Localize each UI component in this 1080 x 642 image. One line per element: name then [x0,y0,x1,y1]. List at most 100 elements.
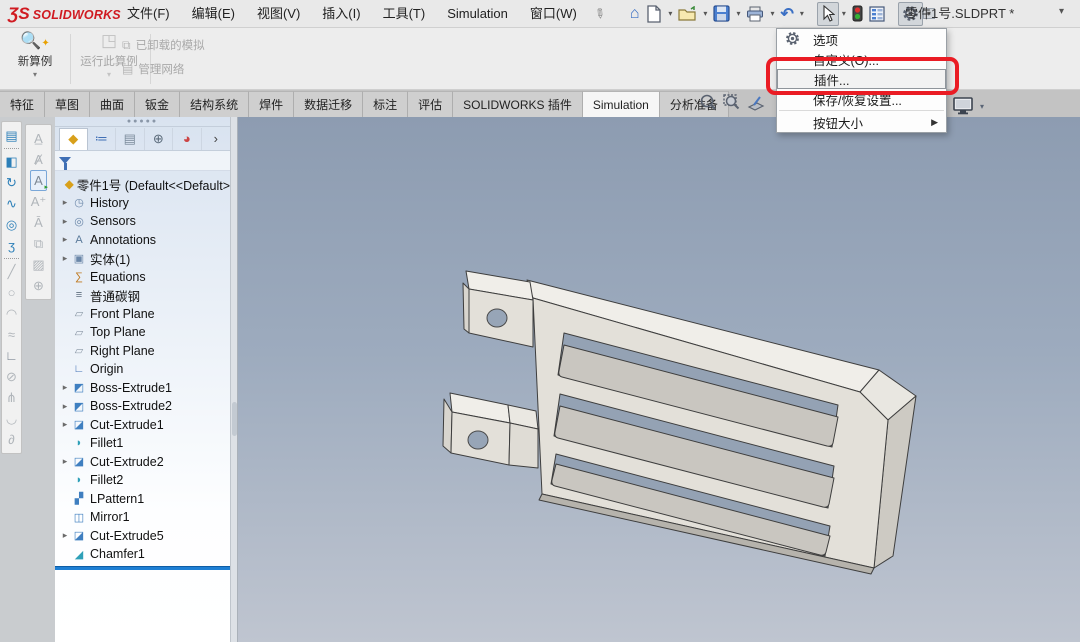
chevron-down-icon[interactable]: ▾ [767,9,777,18]
tree-item-普通碳钢[interactable]: ≡ 普通碳钢 [55,286,230,305]
tree-item-Right Plane[interactable]: ▱ Right Plane [55,342,230,361]
menu-编辑E[interactable]: 编辑(E) [181,0,246,28]
dome-tool-icon[interactable]: ◡ [3,408,20,429]
settings-menu-item-插件[interactable]: 插件... [777,69,946,89]
panel-viewport-splitter[interactable] [230,117,238,642]
zoom-to-area-icon[interactable] [722,93,742,113]
command-tab-钣金[interactable]: 钣金 [135,91,181,117]
tree-root-item[interactable]: ◆ 零件1号 (Default<<Default> [55,175,230,194]
tree-item-Origin[interactable]: ∟ Origin [55,360,230,379]
section-view-icon[interactable] [746,93,766,113]
new-document-icon[interactable] [642,2,665,26]
model-items-icon[interactable]: Ⱥ [30,149,47,170]
menu-视图V[interactable]: 视图(V) [246,0,311,28]
chevron-down-icon[interactable]: ▾ [1059,6,1064,17]
rollback-bar[interactable] [55,565,230,570]
select-cursor-icon[interactable] [816,1,839,26]
expand-arrow-icon[interactable]: ▸ [59,234,71,245]
menu-插入I[interactable]: 插入(I) [311,0,371,28]
command-tab-特征[interactable]: 特征 [0,91,46,117]
part-model[interactable] [238,117,1080,642]
tab-propertymanager[interactable]: ≔ [88,127,117,150]
tree-item-Boss-Extrude1[interactable]: ▸ ◩ Boss-Extrude1 [55,379,230,398]
tree-item-Front Plane[interactable]: ▱ Front Plane [55,305,230,324]
command-tab-SOLIDWORKS 插件[interactable]: SOLIDWORKS 插件 [453,91,583,117]
undo-icon[interactable]: ↶ [777,2,796,26]
rib-tool-icon[interactable]: ∟ [3,345,20,366]
settings-menu-item-保存恢复设置[interactable]: 保存/恢复设置... [777,89,946,109]
tab-featuremanager[interactable]: ◆ [59,127,88,150]
command-tab-数据迁移[interactable]: 数据迁移 [294,91,364,117]
copy-annotation-icon[interactable]: ⧉ [30,233,47,254]
expand-arrow-icon[interactable]: ▸ [59,419,71,430]
settings-menu-item-按钮大小[interactable]: 按钮大小 ▶ [777,112,946,132]
offloaded-simulation-button[interactable]: ⧉ 已卸载的模拟 [122,36,205,54]
manage-network-button[interactable]: ▤ 管理网络 [122,60,184,78]
wrap-tool-icon[interactable]: ≈ [3,324,20,345]
tree-item-Fillet1[interactable]: ◗ Fillet1 [55,434,230,453]
chevron-down-icon[interactable]: ▾ [980,102,984,111]
view-cube-icon[interactable]: ▤ [3,125,20,146]
tab-displaymanager[interactable]: ◕ [173,127,202,150]
lofted-boss-icon[interactable]: ◎ [3,214,20,235]
command-tab-评估[interactable]: 评估 [408,91,454,117]
tree-item-Fillet2[interactable]: ◗ Fillet2 [55,471,230,490]
menu-Simulation[interactable]: Simulation [436,0,519,28]
command-tab-结构系统[interactable]: 结构系统 [180,91,250,117]
expand-arrow-icon[interactable]: ▸ [59,216,71,227]
chevron-down-icon[interactable]: ▾ [839,9,849,18]
command-tab-Simulation[interactable]: Simulation [582,91,660,117]
swept-boss-icon[interactable]: ∿ [3,193,20,214]
chevron-down-icon[interactable]: ▾ [665,9,675,18]
freeform-tool-icon[interactable]: ∂ [3,429,20,450]
datum-target-icon[interactable]: A⁺ [30,191,47,212]
graphics-viewport[interactable] [238,117,1080,642]
annotation-settings-icon[interactable]: ⊕ [30,275,47,296]
annotation-view-icon[interactable]: A [30,170,48,191]
menu-文件F[interactable]: 文件(F) [116,0,181,28]
chevron-down-icon[interactable]: ▾ [797,9,807,18]
command-tab-草图[interactable]: 草图 [45,91,91,117]
balloon-icon[interactable]: Ā [30,212,47,233]
save-icon[interactable] [710,2,733,26]
menu-窗口W[interactable]: 窗口(W) [519,0,588,28]
tree-item-Cut-Extrude2[interactable]: ▸ ◪ Cut-Extrude2 [55,453,230,472]
splitter-grip[interactable] [231,402,237,436]
tab-configurationmanager[interactable]: ▤ [116,127,145,150]
fillet-tool-icon[interactable]: ╱ [3,261,20,282]
tree-item-实体(1)[interactable]: ▸ ▣ 实体(1) [55,249,230,268]
expand-arrow-icon[interactable]: ▸ [59,382,71,393]
pin-icon[interactable]: ✎ [590,4,609,23]
tab-dimxpertmanager[interactable]: ⊕ [145,127,174,150]
display-style-monitor-icon[interactable] [951,96,975,116]
weld-symbol-icon[interactable]: ▨ [30,254,47,275]
tree-item-History[interactable]: ▸ ◷ History [55,194,230,213]
rebuild-traffic-light-icon[interactable] [849,2,866,26]
open-icon[interactable] [675,2,700,26]
tree-item-Cut-Extrude1[interactable]: ▸ ◪ Cut-Extrude1 [55,416,230,435]
tree-item-Boss-Extrude2[interactable]: ▸ ◩ Boss-Extrude2 [55,397,230,416]
extruded-boss-icon[interactable]: ◧ [3,151,20,172]
home-icon[interactable]: ⌂ [627,2,643,26]
expand-arrow-icon[interactable]: ▸ [59,530,71,541]
boundary-boss-icon[interactable]: ʒ [3,235,20,256]
panel-splitter-handle[interactable]: ●●●●● [55,117,230,127]
tree-item-Top Plane[interactable]: ▱ Top Plane [55,323,230,342]
command-tab-曲面[interactable]: 曲面 [90,91,136,117]
chevron-down-icon[interactable]: ▾ [4,70,66,79]
tree-item-Equations[interactable]: ∑ Equations [55,268,230,287]
draft-tool-icon[interactable]: ◠ [3,303,20,324]
print-icon[interactable] [743,2,767,26]
tree-item-LPattern1[interactable]: ▞ LPattern1 [55,490,230,509]
expand-arrow-icon[interactable]: ▸ [59,456,71,467]
settings-menu-item-选项[interactable]: 选项 [777,29,946,49]
tree-item-Cut-Extrude5[interactable]: ▸ ◪ Cut-Extrude5 [55,527,230,546]
command-tab-焊件[interactable]: 焊件 [249,91,295,117]
expand-arrow-icon[interactable]: ▸ [59,253,71,264]
trim-tool-icon[interactable]: ⋔ [3,387,20,408]
chevron-down-icon[interactable]: ▾ [733,9,743,18]
menu-工具T[interactable]: 工具(T) [372,0,437,28]
smart-dimension-icon[interactable]: A̲ [30,128,47,149]
display-settings-list-icon[interactable] [866,2,888,26]
zoom-to-fit-icon[interactable] [698,93,718,113]
